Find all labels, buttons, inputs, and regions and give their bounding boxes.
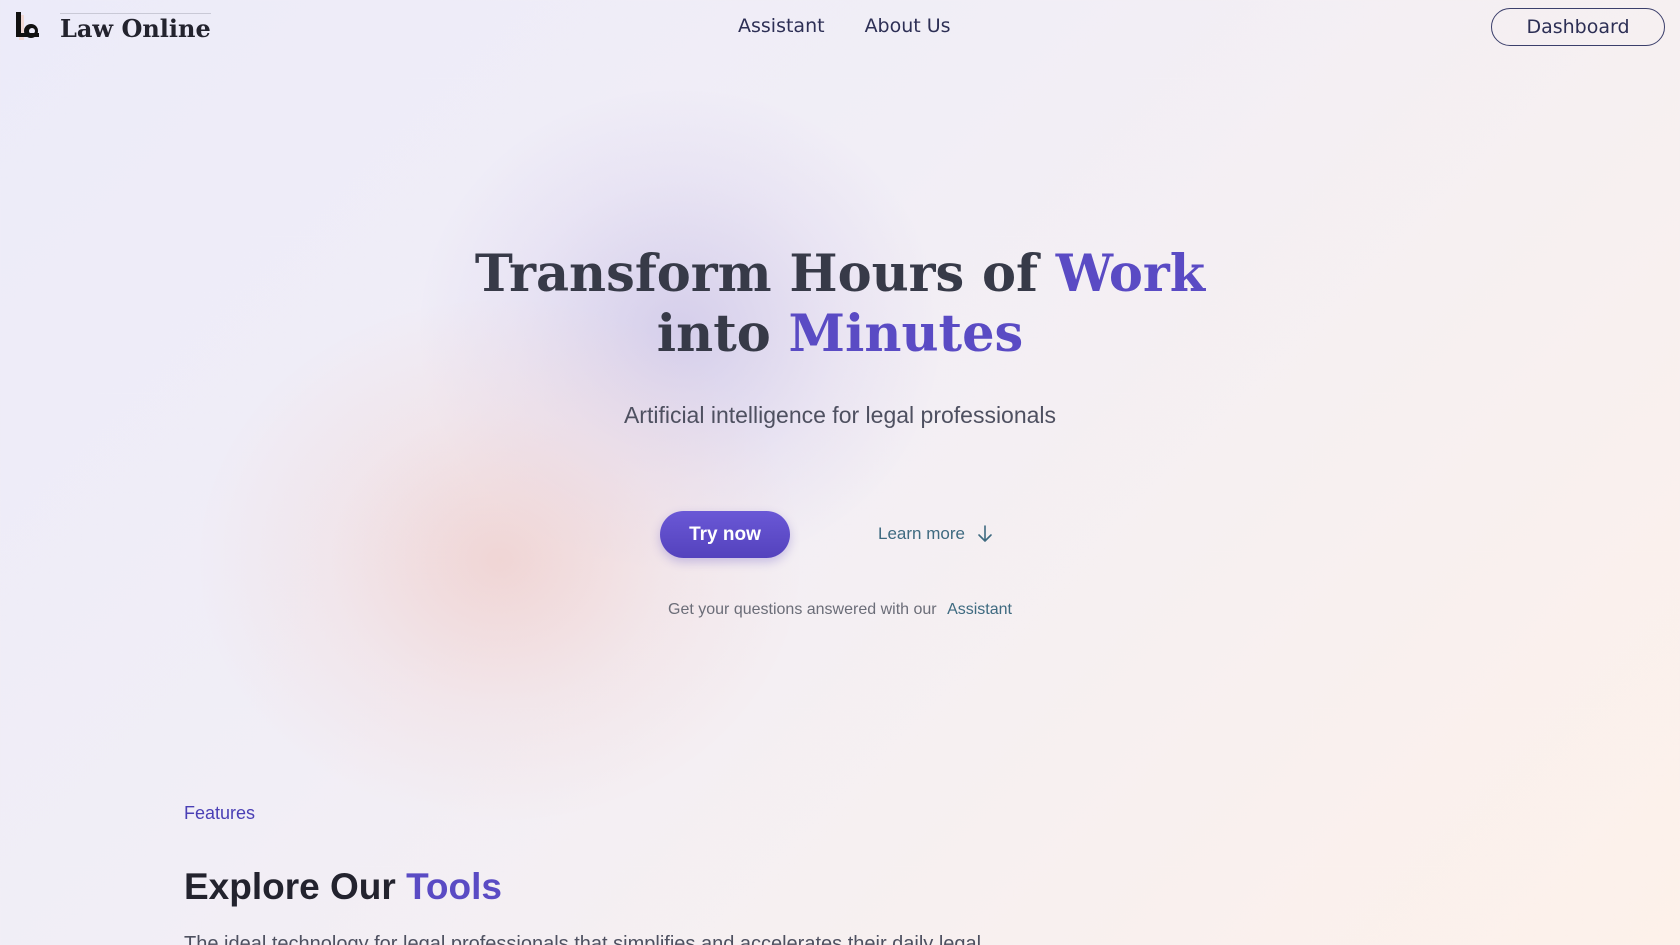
logo[interactable]: Law Online xyxy=(16,12,211,42)
assistant-link[interactable]: Assistant xyxy=(947,601,1012,618)
hero-title-text: Transform Hours of xyxy=(474,244,1056,304)
logo-icon xyxy=(16,12,44,42)
learn-more-link[interactable]: Learn more xyxy=(878,524,993,544)
features-label: Features xyxy=(184,803,256,823)
hero-subtitle: Artificial intelligence for legal profes… xyxy=(623,402,1057,428)
hero-title-line1: Transform Hours of Work xyxy=(475,244,1205,304)
assistant-prompt-text: Get your questions answered with our xyxy=(668,601,937,618)
dashboard-button[interactable]: Dashboard xyxy=(1491,8,1665,46)
nav-assistant[interactable]: Assistant xyxy=(738,15,825,37)
features-title-text: Explore Our xyxy=(184,866,407,907)
arrow-down-icon xyxy=(978,525,992,542)
background-glow-peach xyxy=(200,300,800,820)
try-now-button[interactable]: Try now xyxy=(660,511,790,558)
hero-title-accent-minutes: Minutes xyxy=(788,304,1024,364)
features-title-accent: Tools xyxy=(406,866,502,907)
features-description: The ideal technology for legal professio… xyxy=(184,933,982,945)
hero-title-accent-work: Work xyxy=(1055,244,1206,304)
main-nav: Assistant About Us xyxy=(738,15,951,37)
hero-title-line2: into Minutes xyxy=(657,304,1024,364)
learn-more-label: Learn more xyxy=(878,524,965,543)
nav-about-us[interactable]: About Us xyxy=(865,15,951,37)
hero-title: Transform Hours of Work into Minutes xyxy=(0,244,1680,364)
hero-title-text: into xyxy=(656,304,789,364)
features-title: Explore Our Tools xyxy=(184,866,502,908)
brand-name: Law Online xyxy=(60,12,211,43)
assistant-prompt: Get your questions answered with our Ass… xyxy=(0,601,1680,619)
